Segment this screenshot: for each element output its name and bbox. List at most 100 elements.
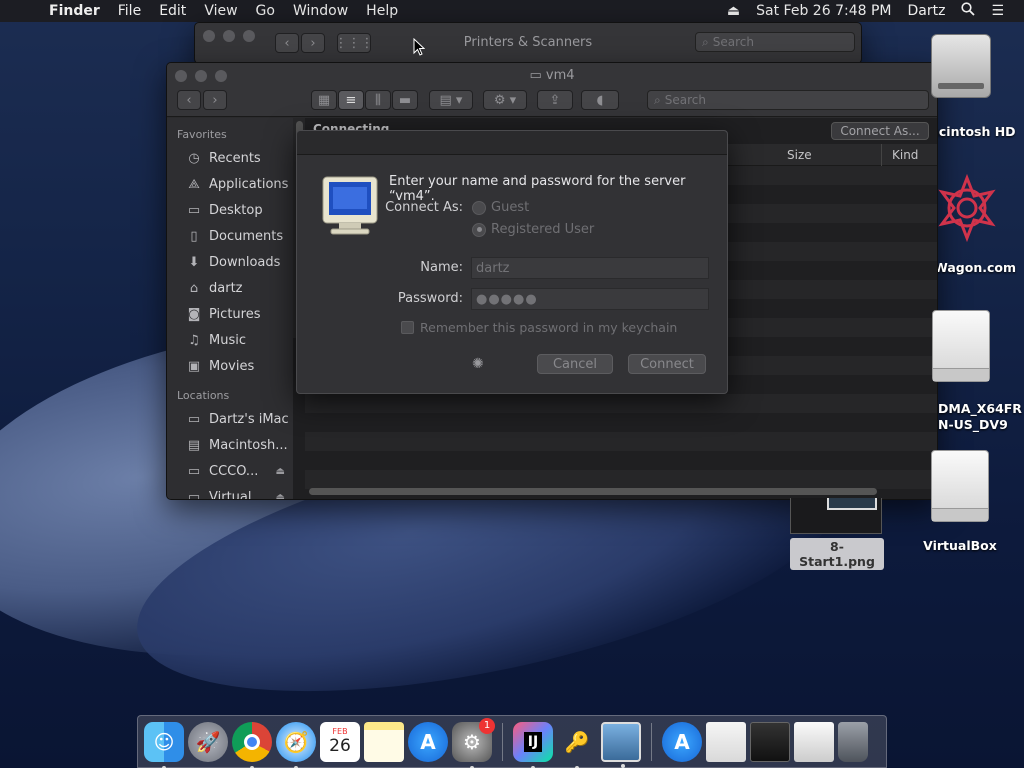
chrome-icon[interactable] [232,721,272,768]
calendar-icon[interactable]: FEB 26 [320,721,360,762]
password-field[interactable]: ●●●●● [471,288,709,310]
connect-button[interactable]: Connect [628,354,706,374]
remember-password-label: Remember this password in my keychain [420,320,678,335]
icon-label: DMA_X64FR [938,401,1022,416]
desktop-icon-virtualbox[interactable]: VirtualBox [920,450,1000,553]
sidebar-item-macintosh-hd[interactable]: ▤ Macintosh... [167,432,293,458]
desktop-icon-png[interactable]: 8-Start1.png [790,498,884,570]
radio-button-selected[interactable] [472,222,486,237]
finder-toolbar: ▭ vm4 ‹ › ▦ ≡ ⫼ ▬ ▤ ▾ ⚙ ▾ ⇪ ◖ ⌕ Search [167,63,937,117]
menubar-clock[interactable]: Sat Feb 26 7:48 PM [748,3,899,19]
column-kind[interactable]: Kind [881,144,918,166]
action-gear-icon[interactable]: ⚙ ▾ [483,90,527,110]
search-field[interactable]: ⌕ Search [647,90,929,110]
share-icon[interactable]: ⇪ [537,90,573,110]
applications-icon: ⟁ [188,176,200,192]
sidebar-item-home[interactable]: ⌂ dartz [167,275,293,301]
sidebar-item-label: Documents [209,228,284,244]
back-button[interactable]: ‹ [177,90,201,110]
mouse-cursor-icon [413,37,426,60]
column-view-icon[interactable]: ⫼ [365,90,391,110]
guest-radio[interactable]: Guest [472,200,529,215]
film-icon: ▣ [187,358,201,374]
sidebar-item-label: Recents [209,150,261,166]
remember-password-checkbox[interactable]: Remember this password in my keychain [401,320,677,335]
menu-help[interactable]: Help [357,3,407,19]
tags-icon[interactable]: ◖ [581,90,619,110]
document-icon: ▯ [190,228,198,244]
list-view-icon[interactable]: ≡ [338,90,364,110]
name-field[interactable]: dartz [471,257,709,279]
search-field[interactable]: ⌕ Search [695,32,855,52]
desktop-icon-website[interactable] [938,168,1024,248]
applications-folder-icon[interactable]: A [662,721,702,762]
column-size[interactable]: Size [787,148,812,162]
name-label: Name: [420,260,463,275]
downloads-stack-icon[interactable] [794,721,834,762]
menubar-user[interactable]: Dartz [899,3,953,19]
desktop-icon-iso[interactable] [926,310,996,382]
forward-button[interactable]: › [203,90,227,110]
intellij-idea-icon[interactable]: IJ [513,721,553,768]
connect-dialog: Enter your name and password for the ser… [296,130,728,394]
sidebar-item-virtualbox[interactable]: ▭ Virtual... ⏏ [167,484,293,500]
sidebar-item-documents[interactable]: ▯ Documents [167,223,293,249]
notification-center-icon[interactable]: ☰ [983,3,1012,19]
radio-button[interactable] [472,200,486,215]
eject-icon[interactable]: ⏏ [276,492,285,500]
icon-label: 8-Start1.png [790,538,884,570]
sidebar-item-recents[interactable]: ◷ Recents [167,145,293,171]
menu-finder[interactable]: Finder [40,3,109,19]
favorites-header: Favorites [177,128,227,141]
printers-scanners-window: ‹ › ⋮⋮⋮ Printers & Scanners ⌕ Search [194,22,862,64]
launchpad-icon[interactable]: 🚀 [188,721,228,762]
menu-go[interactable]: Go [247,3,284,19]
image-thumbnail-icon [790,498,882,534]
documents-stack-icon[interactable] [706,721,746,762]
music-icon: ♫ [188,332,200,348]
desktop-label-macintosh-hd: Macintosh HD [938,124,1024,139]
sidebar-item-ccco[interactable]: ▭ CCCO... ⏏ [167,458,293,484]
app-store-icon[interactable]: A [408,721,448,762]
sidebar-item-pictures[interactable]: ◙ Pictures [167,301,293,327]
group-by-icon[interactable]: ▤ ▾ [429,90,473,110]
eject-icon[interactable]: ⏏ [276,466,285,477]
sidebar-item-desktop[interactable]: ▭ Desktop [167,197,293,223]
sidebar-item-label: Movies [209,358,255,374]
menu-window[interactable]: Window [284,3,357,19]
finder-sidebar: Favorites ◷ Recents ⟁ Applications ▭ Deskto… [167,118,293,499]
menu-file[interactable]: File [109,3,150,19]
disk-icon: ▭ [187,463,201,479]
menu-edit[interactable]: Edit [150,3,195,19]
list-row [305,451,937,470]
system-preferences-gear-icon[interactable]: ⚙ 1 [452,717,495,768]
sidebar-item-imac[interactable]: ▭ Dartz's iMac [167,406,293,432]
cancel-button[interactable]: Cancel [537,354,613,374]
network-volume-icon: ▭ [529,68,542,83]
spotlight-search-icon[interactable] [953,2,983,20]
connect-as-button[interactable]: Connect As... [831,122,929,140]
sidebar-item-movies[interactable]: ▣ Movies [167,353,293,379]
registered-user-radio[interactable]: Registered User [472,222,594,237]
notes-icon[interactable] [364,721,404,762]
desktop-icon-macintosh-hd[interactable] [926,34,996,98]
camera-icon: ◙ [187,306,201,322]
icon-view-icon[interactable]: ▦ [311,90,337,110]
list-row [305,413,937,432]
sidebar-item-applications[interactable]: ⟁ Applications [167,171,293,197]
finder-icon[interactable]: ☺ [144,721,184,768]
screenshot-stack-icon[interactable] [750,721,790,762]
sidebar-item-label: CCCO... [209,463,259,479]
safari-compass-icon[interactable]: 🧭 [276,721,316,768]
keychain-keys-icon[interactable]: 🔑 [557,722,597,768]
horizontal-scrollbar[interactable] [309,488,877,495]
menu-view[interactable]: View [195,3,246,19]
sidebar-item-downloads[interactable]: ⬇ Downloads [167,249,293,275]
sidebar-item-music[interactable]: ♫ Music [167,327,293,353]
sidebar-item-label: Applications [209,176,289,192]
preview-photos-icon[interactable] [601,721,641,768]
checkbox[interactable] [401,321,414,334]
gallery-view-icon[interactable]: ▬ [392,90,418,110]
eject-icon[interactable]: ⏏ [719,3,748,19]
trash-icon[interactable] [838,721,868,762]
